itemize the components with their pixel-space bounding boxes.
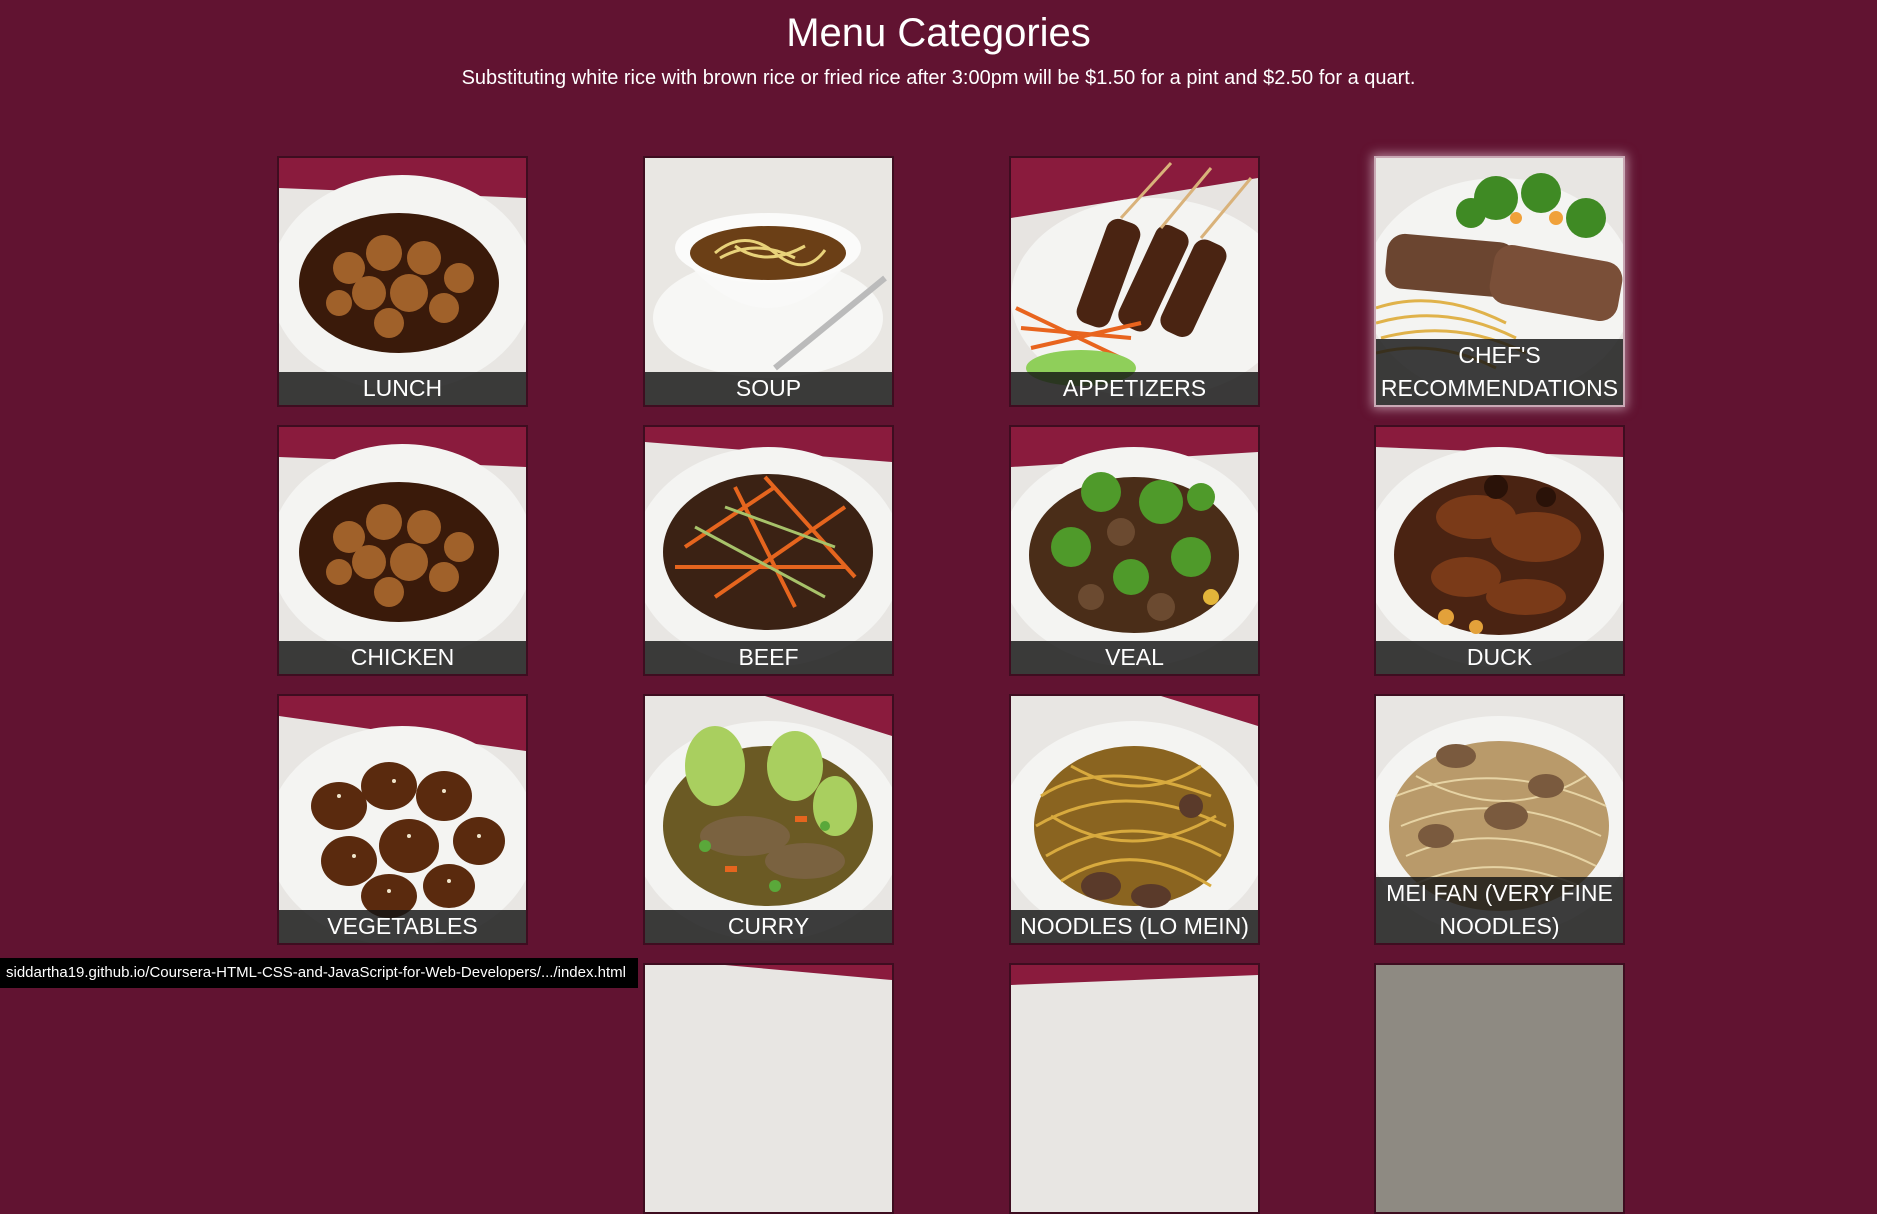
category-tile-appetizers[interactable]: APPETIZERS: [1009, 156, 1260, 407]
category-label: CHICKEN: [279, 641, 526, 674]
status-bar-url: siddartha19.github.io/Coursera-HTML-CSS-…: [0, 958, 638, 988]
food-photo: [645, 427, 892, 674]
category-label: DUCK: [1376, 641, 1623, 674]
category-label: CURRY: [645, 910, 892, 943]
food-photo: [279, 158, 526, 405]
category-label: CHEF'S RECOMMENDATIONS: [1376, 339, 1623, 405]
category-label: BEEF: [645, 641, 892, 674]
category-label: MEI FAN (VERY FINE NOODLES): [1376, 877, 1623, 943]
category-label: VEAL: [1011, 641, 1258, 674]
category-label: NOODLES (LO MEIN): [1011, 910, 1258, 943]
category-tile-soup[interactable]: SOUP: [643, 156, 894, 407]
category-label: VEGETABLES: [279, 910, 526, 943]
food-photo: [1011, 965, 1258, 1212]
category-tile-curry[interactable]: CURRY: [643, 694, 894, 945]
food-photo: [1376, 965, 1623, 1212]
category-tile-lunch[interactable]: LUNCH: [277, 156, 528, 407]
food-photo: [1011, 427, 1258, 674]
food-photo: [1011, 696, 1258, 943]
page-subtitle: Substituting white rice with brown rice …: [461, 67, 1416, 89]
food-photo: [645, 965, 892, 1212]
food-photo: [1376, 427, 1623, 674]
category-tile-mei-fan[interactable]: MEI FAN (VERY FINE NOODLES): [1374, 694, 1625, 945]
food-photo: [279, 427, 526, 674]
category-tile-chicken[interactable]: CHICKEN: [277, 425, 528, 676]
category-tile-beef[interactable]: BEEF: [643, 425, 894, 676]
category-tile-vegetables[interactable]: VEGETABLES: [277, 694, 528, 945]
category-label: SOUP: [645, 372, 892, 405]
category-tile-partial[interactable]: [1009, 963, 1260, 1214]
category-label: APPETIZERS: [1011, 372, 1258, 405]
food-photo: [279, 696, 526, 943]
category-tile-duck[interactable]: DUCK: [1374, 425, 1625, 676]
category-tile-chefs-recommendations[interactable]: CHEF'S RECOMMENDATIONS: [1374, 156, 1625, 407]
page-title: Menu Categories: [786, 11, 1091, 55]
category-tile-partial[interactable]: [643, 963, 894, 1214]
category-label: LUNCH: [279, 372, 526, 405]
food-photo: [1011, 158, 1258, 405]
food-photo: [645, 696, 892, 943]
category-tile-veal[interactable]: VEAL: [1009, 425, 1260, 676]
category-tile-noodles[interactable]: NOODLES (LO MEIN): [1009, 694, 1260, 945]
category-tile-partial[interactable]: [1374, 963, 1625, 1214]
food-photo: [645, 158, 892, 405]
